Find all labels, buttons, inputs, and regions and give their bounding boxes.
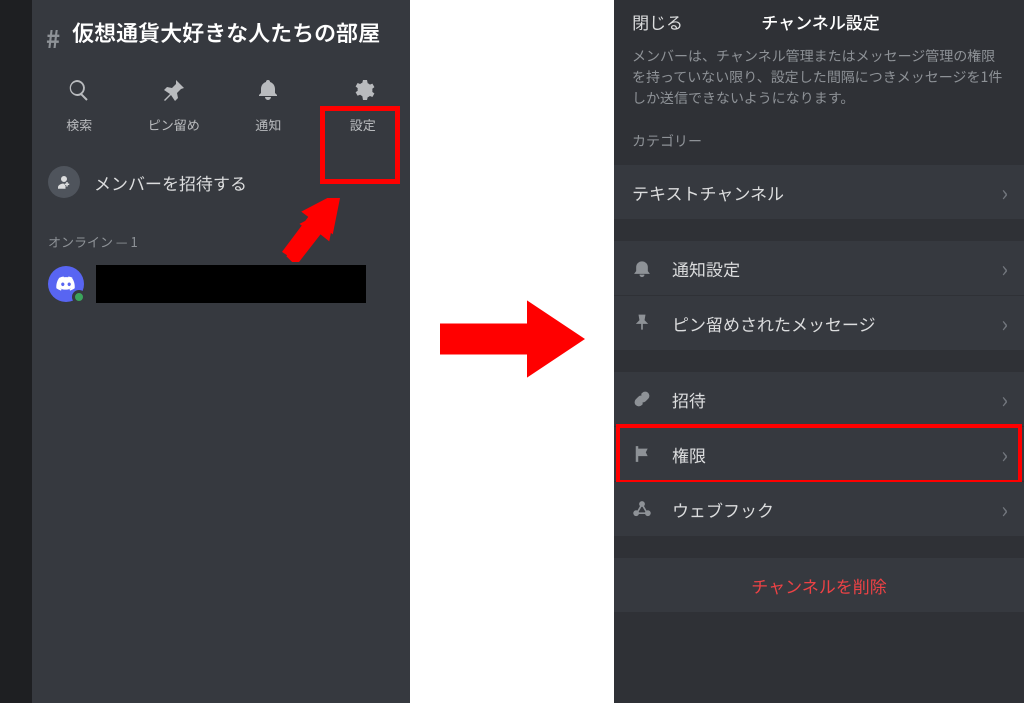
server-rail xyxy=(0,0,32,703)
chevron-right-icon: › xyxy=(1001,176,1008,208)
online-section-label: オンライン — 1 xyxy=(32,212,410,261)
member-name-redacted xyxy=(96,265,366,303)
item-pinned-messages[interactable]: ピン留めされたメッセージ › xyxy=(614,296,1024,350)
chevron-right-icon: › xyxy=(1001,493,1008,525)
channel-title: 仮想通貨大好きな人たちの部屋 xyxy=(72,18,380,48)
search-icon xyxy=(67,78,91,107)
notify-button[interactable]: 通知 xyxy=(221,78,316,134)
item-invite[interactable]: 招待 › xyxy=(614,372,1024,426)
item-label: ウェブフック xyxy=(672,497,1001,522)
search-label: 検索 xyxy=(66,115,92,134)
webhook-icon xyxy=(630,497,654,521)
bell-icon xyxy=(256,78,280,107)
invite-members-button[interactable]: メンバーを招待する xyxy=(32,152,410,212)
pin-icon xyxy=(162,78,186,107)
channel-view: # 仮想通貨大好きな人たちの部屋 検索 ピン留め 通知 xyxy=(32,0,410,703)
delete-channel-button[interactable]: チャンネルを削除 xyxy=(614,558,1024,612)
member-row[interactable] xyxy=(32,261,410,307)
notify-label: 通知 xyxy=(255,115,281,134)
settings-description: メンバーは、チャンネル管理またはメッセージ管理の権限を持っていない限り、設定した… xyxy=(614,42,1024,131)
item-label: ピン留めされたメッセージ xyxy=(672,311,1001,336)
delete-channel-label: チャンネルを削除 xyxy=(751,573,887,598)
hash-icon: # xyxy=(46,18,60,54)
item-label: 招待 xyxy=(672,387,1001,412)
flag-icon xyxy=(630,442,654,466)
pins-button[interactable]: ピン留め xyxy=(127,78,222,134)
item-notification-settings[interactable]: 通知設定 › xyxy=(614,241,1024,295)
chevron-right-icon: › xyxy=(1001,383,1008,415)
pin-icon xyxy=(630,311,654,335)
item-webhook[interactable]: ウェブフック › xyxy=(614,482,1024,536)
status-online-icon xyxy=(72,290,86,304)
category-text-channel[interactable]: テキストチャンネル › xyxy=(614,165,1024,219)
channel-action-row: 検索 ピン留め 通知 設定 xyxy=(32,72,410,152)
invite-label: メンバーを招待する xyxy=(94,170,247,195)
link-icon xyxy=(630,387,654,411)
settings-header: 閉じる チャンネル設定 xyxy=(614,0,1024,42)
right-panel: 閉じる チャンネル設定 メンバーは、チャンネル管理またはメッセージ管理の権限を持… xyxy=(614,0,1024,703)
settings-title: チャンネル設定 xyxy=(683,9,958,34)
bell-icon xyxy=(630,256,654,280)
add-user-icon xyxy=(48,166,80,198)
close-button[interactable]: 閉じる xyxy=(632,9,683,34)
panel-gap xyxy=(410,0,614,703)
flow-arrow-icon xyxy=(440,300,585,378)
chevron-right-icon: › xyxy=(1001,438,1008,470)
item-label: テキストチャンネル xyxy=(632,180,1001,205)
search-button[interactable]: 検索 xyxy=(32,78,127,134)
settings-label: 設定 xyxy=(350,115,376,134)
member-avatar xyxy=(48,266,84,302)
pins-label: ピン留め xyxy=(148,115,200,134)
category-section-label: カテゴリー xyxy=(614,131,1024,165)
gear-icon xyxy=(351,78,375,107)
item-permissions[interactable]: 権限 › xyxy=(614,427,1024,481)
chevron-right-icon: › xyxy=(1001,252,1008,284)
left-panel: # 仮想通貨大好きな人たちの部屋 検索 ピン留め 通知 xyxy=(0,0,410,703)
channel-header: # 仮想通貨大好きな人たちの部屋 xyxy=(32,0,410,72)
item-label: 権限 xyxy=(672,442,1001,467)
chevron-right-icon: › xyxy=(1001,307,1008,339)
settings-button[interactable]: 設定 xyxy=(316,78,411,134)
item-label: 通知設定 xyxy=(672,256,1001,281)
